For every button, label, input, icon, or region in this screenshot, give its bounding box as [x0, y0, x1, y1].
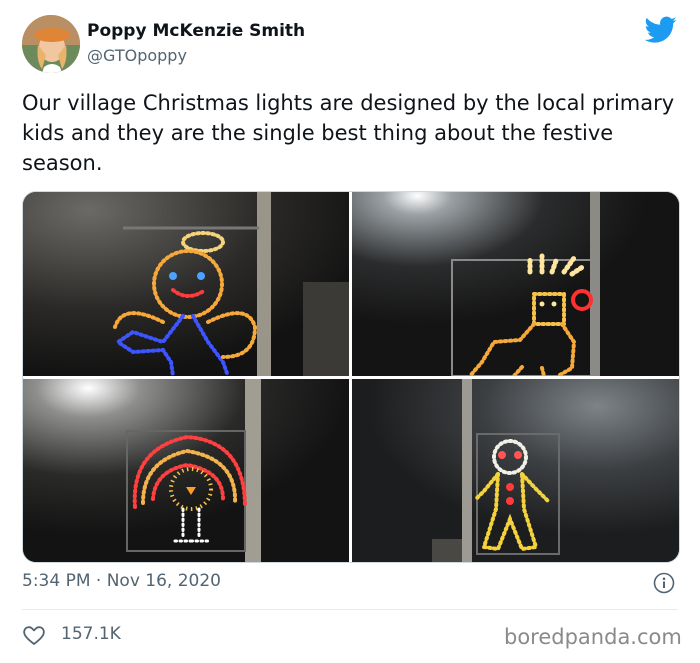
divider	[22, 609, 678, 610]
info-icon[interactable]	[653, 572, 675, 594]
author-handle[interactable]: @GTOpoppy	[87, 46, 187, 65]
media-grid[interactable]	[22, 191, 680, 563]
photo-turkey-lights[interactable]	[23, 379, 349, 562]
twitter-bird-icon[interactable]	[645, 16, 677, 44]
avatar[interactable]	[22, 15, 80, 73]
photo-gingerbread-lights[interactable]	[352, 379, 679, 562]
tweet-timestamp[interactable]: 5:34 PM · Nov 16, 2020	[22, 571, 221, 591]
like-count[interactable]: 157.1K	[61, 624, 121, 644]
watermark: boredpanda.com	[504, 625, 682, 649]
tweet-card: Poppy McKenzie Smith @GTOpoppy Our villa…	[0, 0, 700, 663]
tweet-text: Our village Christmas lights are designe…	[22, 91, 675, 175]
photo-angel-lights[interactable]	[23, 192, 349, 376]
heart-icon[interactable]	[22, 624, 46, 646]
author-name[interactable]: Poppy McKenzie Smith	[87, 21, 305, 41]
photo-reindeer-lights[interactable]	[352, 192, 679, 376]
